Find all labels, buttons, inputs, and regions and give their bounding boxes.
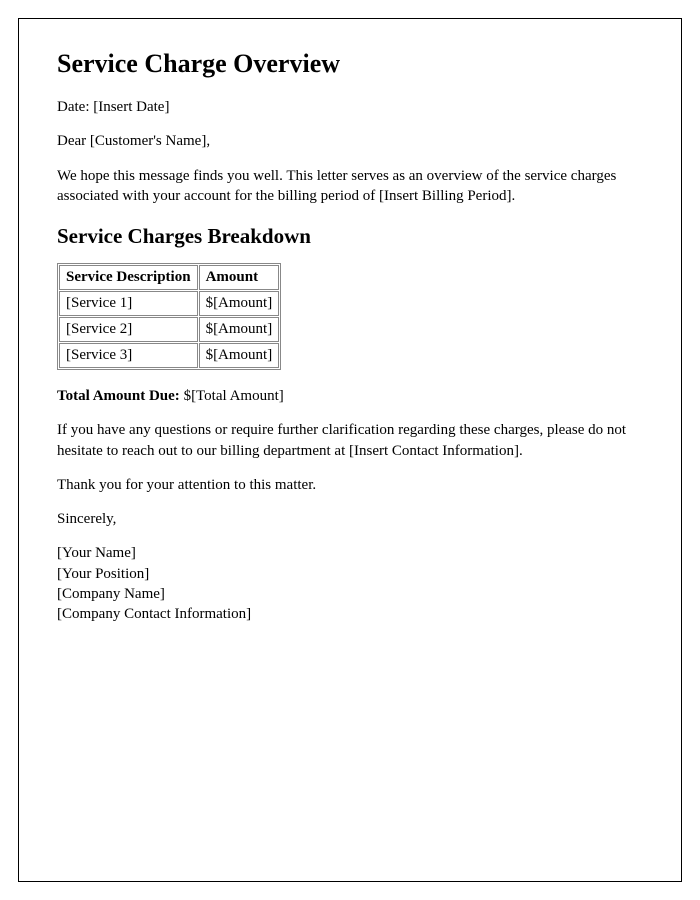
signature-name: [Your Name] (57, 543, 643, 563)
date-line: Date: [Insert Date] (57, 97, 643, 117)
breakdown-heading: Service Charges Breakdown (57, 224, 643, 249)
cell-amount: $[Amount] (199, 343, 280, 368)
cell-amount: $[Amount] (199, 317, 280, 342)
signature-company: [Company Name] (57, 584, 643, 604)
greeting: Dear [Customer's Name], (57, 131, 643, 151)
total-label: Total Amount Due: (57, 388, 180, 404)
header-amount: Amount (199, 265, 280, 290)
document-page: Service Charge Overview Date: [Insert Da… (18, 18, 682, 882)
thanks-paragraph: Thank you for your attention to this mat… (57, 475, 643, 495)
total-line: Total Amount Due: $[Total Amount] (57, 386, 643, 406)
intro-paragraph: We hope this message finds you well. Thi… (57, 166, 643, 207)
signature-contact: [Company Contact Information] (57, 604, 643, 624)
total-value: $[Total Amount] (184, 388, 284, 404)
charges-table: Service Description Amount [Service 1] $… (57, 263, 281, 370)
table-row: [Service 3] $[Amount] (59, 343, 279, 368)
signature-block: [Your Name] [Your Position] [Company Nam… (57, 543, 643, 624)
table-header-row: Service Description Amount (59, 265, 279, 290)
questions-paragraph: If you have any questions or require fur… (57, 420, 643, 461)
signature-position: [Your Position] (57, 564, 643, 584)
page-title: Service Charge Overview (57, 49, 643, 79)
signoff: Sincerely, (57, 509, 643, 529)
table-row: [Service 1] $[Amount] (59, 291, 279, 316)
cell-description: [Service 3] (59, 343, 198, 368)
cell-description: [Service 2] (59, 317, 198, 342)
table-row: [Service 2] $[Amount] (59, 317, 279, 342)
cell-amount: $[Amount] (199, 291, 280, 316)
header-description: Service Description (59, 265, 198, 290)
cell-description: [Service 1] (59, 291, 198, 316)
